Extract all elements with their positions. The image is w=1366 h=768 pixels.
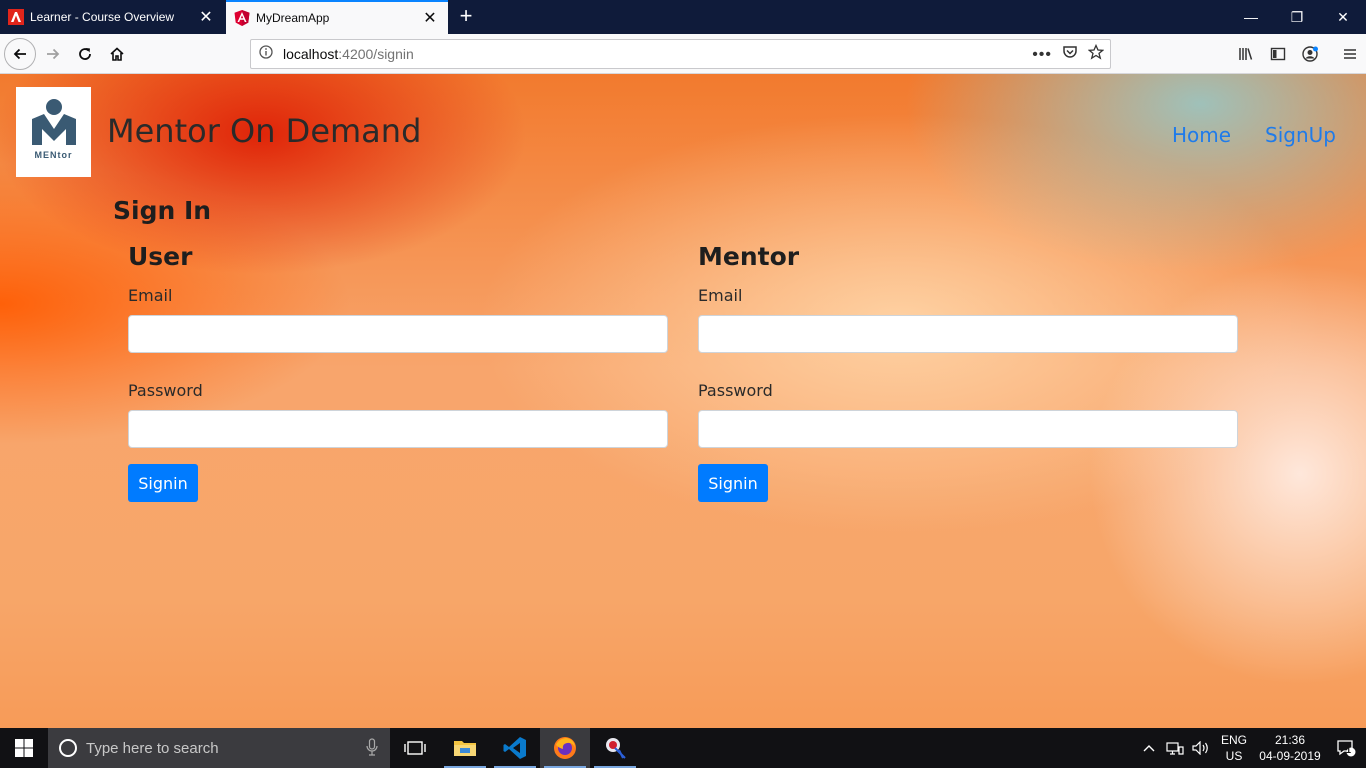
mentor-logo[interactable]: MENtor xyxy=(16,87,91,177)
library-icon[interactable] xyxy=(1230,39,1262,69)
close-tab-icon[interactable]: ✕ xyxy=(194,7,218,27)
window-controls: — ❐ ✕ xyxy=(1228,0,1366,34)
page-content: MENtor Mentor On Demand Home SignUp Sign… xyxy=(0,74,1366,728)
info-icon[interactable] xyxy=(259,44,273,64)
keyboard-layout: US xyxy=(1225,749,1243,763)
browser-tab-bar: Learner - Course Overview ✕ MyDreamApp ✕… xyxy=(0,0,1366,34)
task-view-icon[interactable] xyxy=(390,728,440,768)
restore-icon[interactable]: ❐ xyxy=(1274,0,1320,34)
new-tab-button[interactable]: + xyxy=(452,0,480,34)
home-icon xyxy=(110,47,124,61)
chevron-up-icon[interactable] xyxy=(1136,744,1162,752)
url-host: localhost xyxy=(283,46,339,62)
hamburger-menu-icon[interactable] xyxy=(1334,39,1366,69)
nav-home-link[interactable]: Home xyxy=(1172,123,1231,147)
brand-title: Mentor On Demand xyxy=(107,112,422,150)
mentor-email-label: Email xyxy=(698,286,743,305)
microphone-icon[interactable] xyxy=(366,738,378,760)
user-form-heading: User xyxy=(128,242,193,271)
system-tray: ENG US 21:36 04-09-2019 1 xyxy=(1136,728,1366,768)
clock-time: 21:36 xyxy=(1274,733,1306,747)
file-explorer-icon[interactable] xyxy=(440,728,490,768)
back-button[interactable] xyxy=(4,38,36,70)
mentor-password-field[interactable] xyxy=(698,410,1238,448)
user-email-label: Email xyxy=(128,286,173,305)
mentor-form-heading: Mentor xyxy=(698,242,800,271)
vscode-icon[interactable] xyxy=(490,728,540,768)
arrow-right-icon xyxy=(47,48,60,60)
close-window-icon[interactable]: ✕ xyxy=(1320,0,1366,34)
toolbar-right xyxy=(1230,39,1366,69)
pocket-icon[interactable] xyxy=(1062,44,1078,65)
notification-count: 1 xyxy=(1345,745,1351,755)
snipping-tool-icon[interactable] xyxy=(590,728,640,768)
firefox-icon[interactable] xyxy=(540,728,590,768)
home-button[interactable] xyxy=(102,39,132,69)
user-password-label: Password xyxy=(128,381,203,400)
url-text[interactable]: localhost:4200/signin xyxy=(283,46,414,62)
browser-nav-bar: localhost:4200/signin ••• xyxy=(0,34,1366,74)
language-indicator[interactable]: ENG US xyxy=(1214,732,1254,764)
mentor-signin-form: Mentor Email Password Signin xyxy=(698,242,1238,502)
tab-title: MyDreamApp xyxy=(256,11,330,25)
mentor-email-field[interactable] xyxy=(698,315,1238,353)
arrow-left-icon xyxy=(13,48,26,60)
page-actions-icon[interactable]: ••• xyxy=(1032,46,1052,64)
minimize-icon[interactable]: — xyxy=(1228,0,1274,34)
close-tab-icon[interactable]: ✕ xyxy=(418,8,442,28)
windows-taskbar: Type here to search ENG US 21:36 04-09-2… xyxy=(0,728,1366,768)
tab-title: Learner - Course Overview xyxy=(30,10,175,24)
adobe-icon xyxy=(8,9,24,25)
tab-mydreamapp[interactable]: MyDreamApp ✕ xyxy=(226,0,448,34)
forward-button[interactable] xyxy=(38,39,68,69)
network-icon[interactable] xyxy=(1162,741,1188,755)
mentor-logo-icon xyxy=(32,99,76,145)
nav-signup-link[interactable]: SignUp xyxy=(1265,123,1336,147)
action-center-icon[interactable]: 1 xyxy=(1326,738,1366,758)
clock-date: 04-09-2019 xyxy=(1259,749,1321,763)
mentor-password-label: Password xyxy=(698,381,773,400)
logo-text: MENtor xyxy=(34,150,73,160)
taskbar-search-box[interactable]: Type here to search xyxy=(48,728,390,768)
mentor-signin-button[interactable]: Signin xyxy=(698,464,768,502)
user-signin-button[interactable]: Signin xyxy=(128,464,198,502)
account-icon[interactable] xyxy=(1294,39,1326,69)
page-title: Sign In xyxy=(113,196,212,225)
tab-learner-course-overview[interactable]: Learner - Course Overview ✕ xyxy=(0,0,224,34)
clock[interactable]: 21:36 04-09-2019 xyxy=(1254,732,1326,764)
volume-icon[interactable] xyxy=(1188,741,1214,755)
windows-logo-icon xyxy=(15,739,33,757)
bookmark-star-icon[interactable] xyxy=(1087,43,1105,65)
user-signin-form: User Email Password Signin xyxy=(128,242,668,502)
sidebar-icon[interactable] xyxy=(1262,39,1294,69)
url-path: :4200/signin xyxy=(338,46,414,62)
cortana-icon xyxy=(59,739,77,757)
reload-icon xyxy=(79,48,91,60)
reload-button[interactable] xyxy=(70,39,100,69)
start-button[interactable] xyxy=(0,728,48,768)
address-bar[interactable]: localhost:4200/signin ••• xyxy=(250,39,1111,69)
language-code: ENG xyxy=(1220,733,1247,747)
angular-icon xyxy=(234,10,250,26)
user-email-field[interactable] xyxy=(128,315,668,353)
search-placeholder: Type here to search xyxy=(86,739,219,757)
user-password-field[interactable] xyxy=(128,410,668,448)
